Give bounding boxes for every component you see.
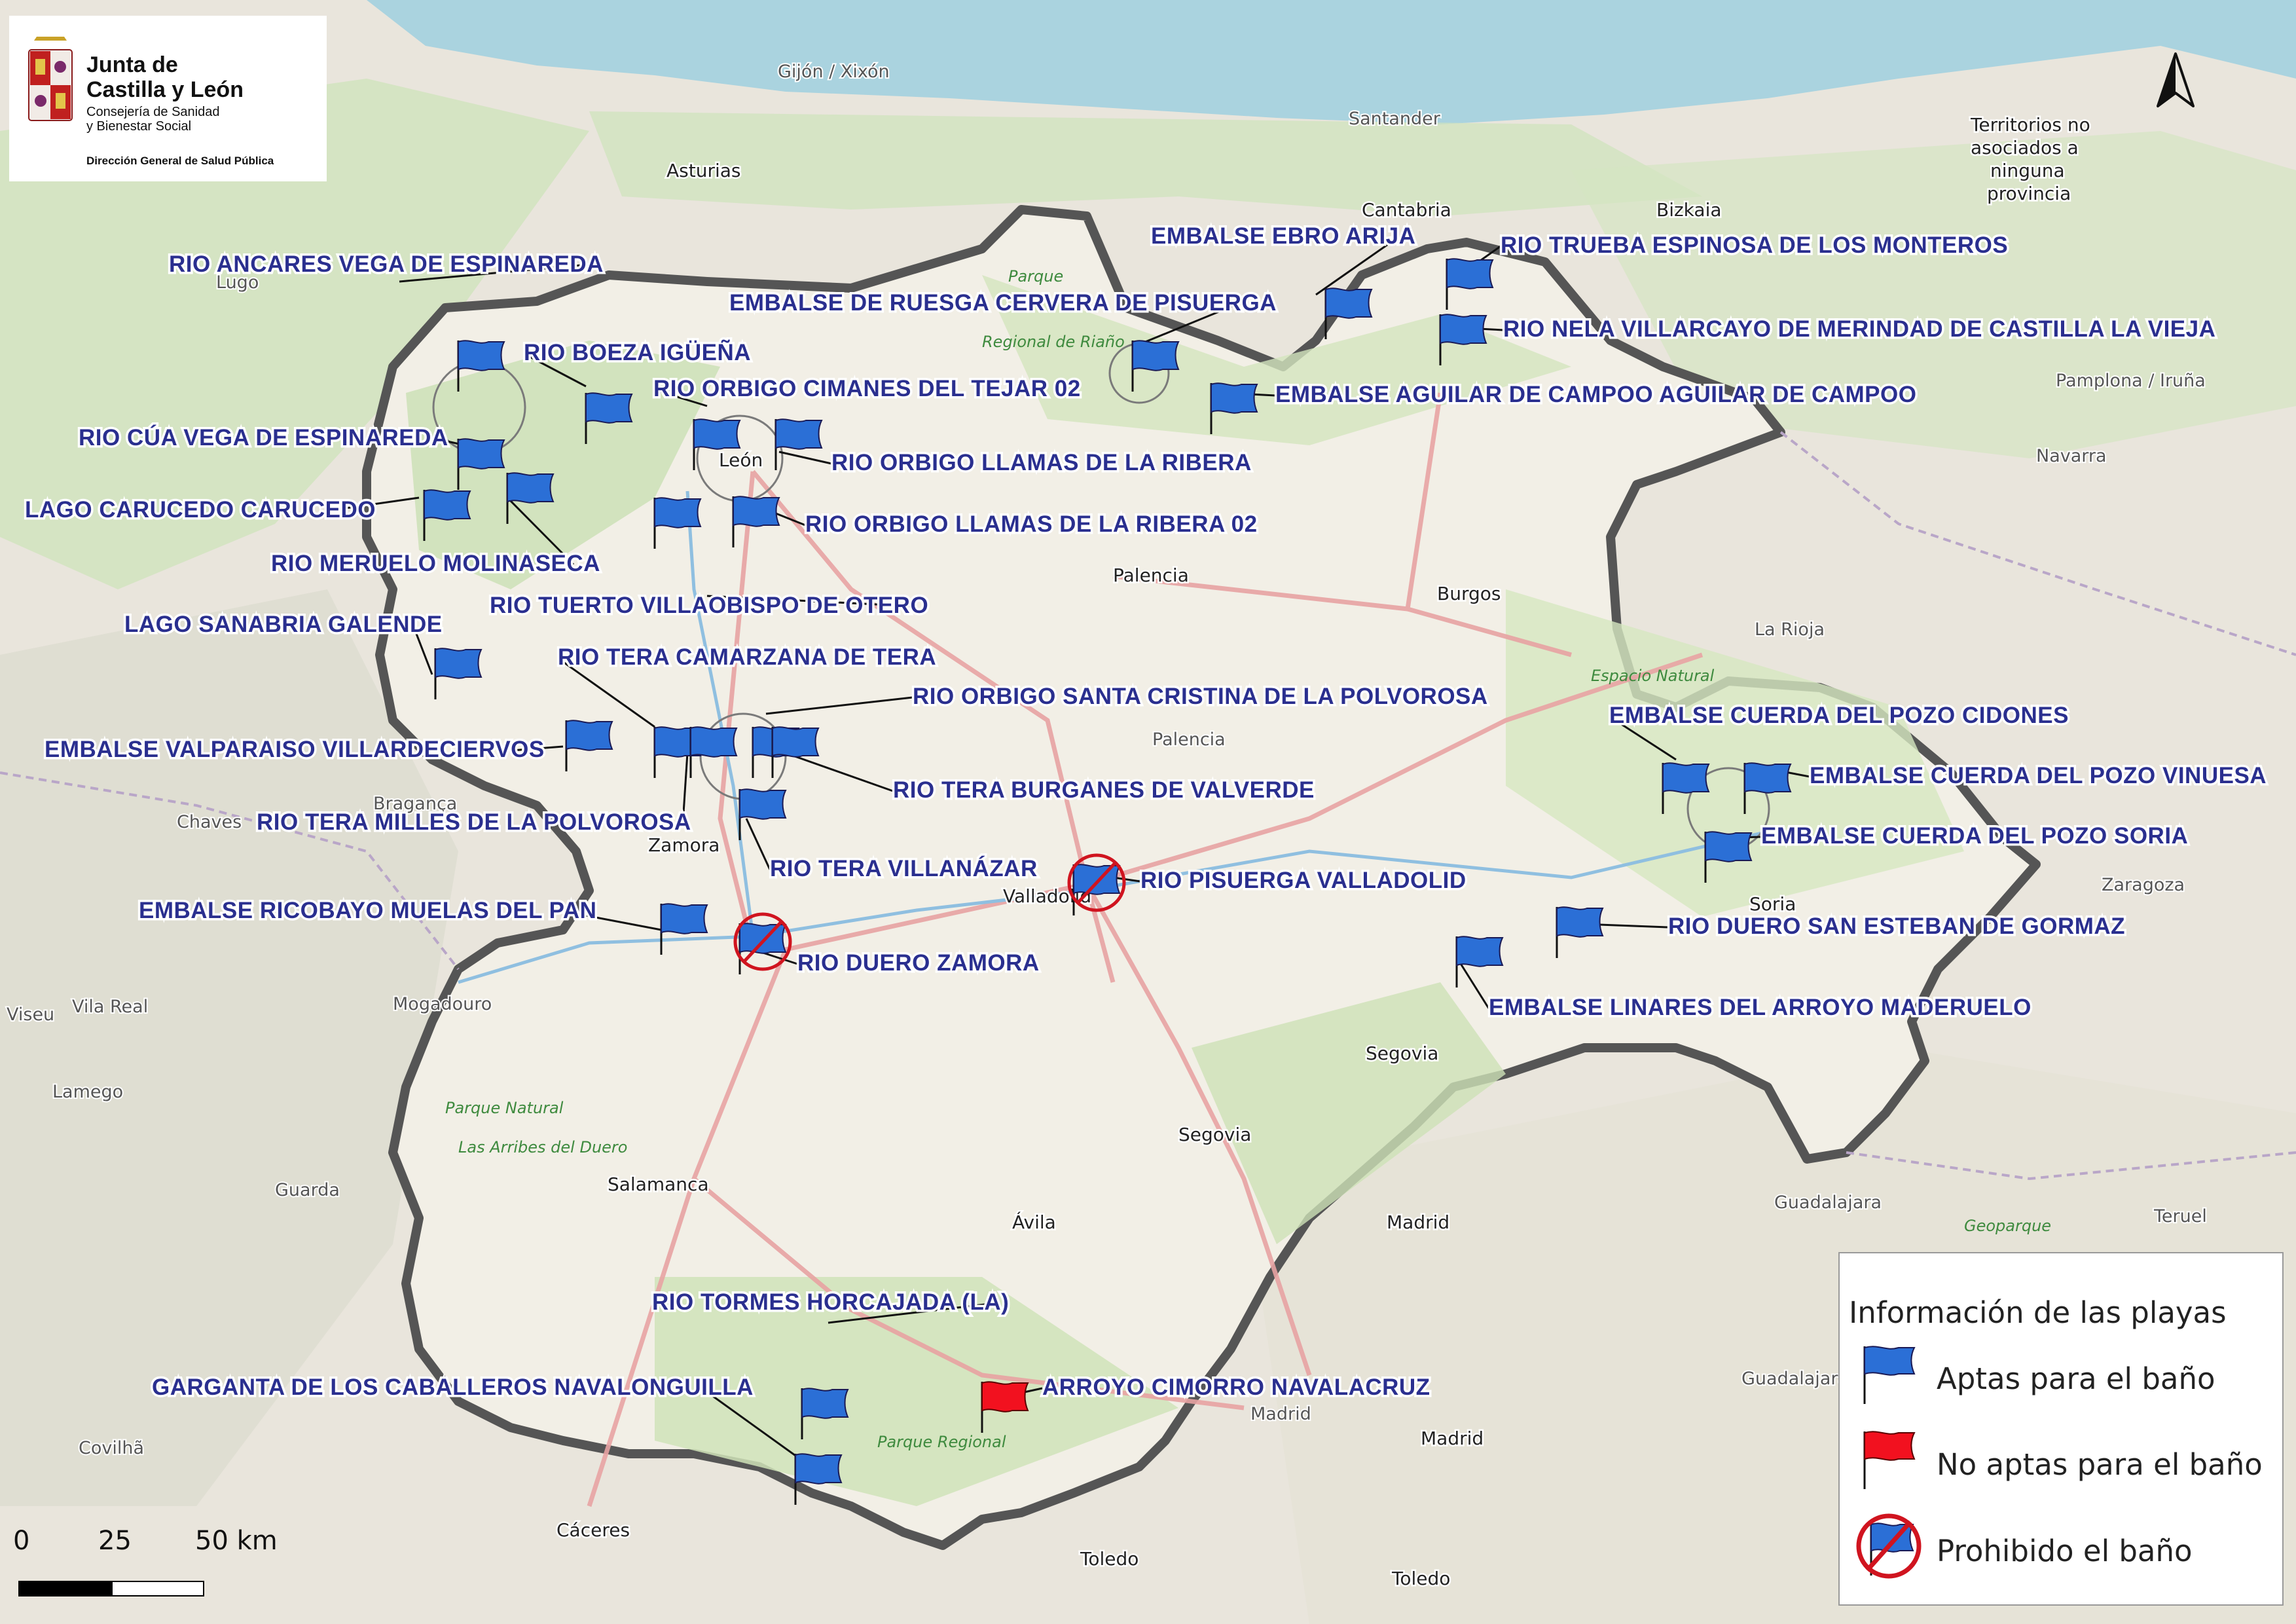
beach-label: RIO ORBIGO LLAMAS DE LA RIBERA 02 [805, 511, 1258, 537]
scale-segment [111, 1581, 204, 1596]
beach-label: RIO TERA MILLES DE LA POLVOROSA [257, 809, 691, 835]
place-label: Madrid [1387, 1211, 1449, 1233]
beach-label: GARGANTA DE LOS CABALLEROS NAVALONGUILLA [152, 1375, 754, 1400]
place-label: La Rioja [1755, 619, 1825, 640]
coat-of-arms-icon [28, 37, 73, 121]
place-label: Zamora [648, 834, 720, 856]
beach-label: RIO CÚA VEGA DE ESPINAREDA [79, 424, 448, 451]
beach-label: RIO DUERO SAN ESTEBAN DE GORMAZ [1668, 913, 2125, 939]
beach-label: EMBALSE CUERDA DEL POZO SORIA [1761, 823, 2188, 849]
park-label: Las Arribes del Duero [458, 1138, 627, 1156]
place-label: Burgos [1437, 583, 1501, 604]
beach-label: LAGO CARUCEDO CARUCEDO [25, 497, 376, 523]
beach-label: RIO PISUERGA VALLADOLID [1140, 868, 1467, 893]
place-label: Ávila [1012, 1211, 1056, 1233]
beach-label: EMBALSE LINARES DEL ARROYO MADERUELO [1489, 995, 2032, 1020]
park-label: Espacio Natural [1591, 667, 1715, 685]
beach-label: RIO TERA BURGANES DE VALVERDE [893, 777, 1315, 803]
place-label: Toledo [1080, 1548, 1139, 1570]
park-label: Parque Regional [877, 1433, 1006, 1451]
legend-title: Información de las playas [1849, 1295, 2227, 1330]
place-label: Guadalajara [1774, 1192, 1882, 1213]
place-label: Salamanca [608, 1173, 709, 1195]
beach-label: EMBALSE CUERDA DEL POZO CIDONES [1609, 703, 2069, 728]
place-label: Palencia [1113, 564, 1189, 586]
place-label: Covilhã [79, 1438, 144, 1458]
red-flag-icon [1863, 1431, 1916, 1489]
beach-label: RIO ORBIGO SANTA CRISTINA DE LA POLVOROS… [913, 684, 1488, 709]
place-label: Asturias [666, 160, 741, 181]
place-label: Bizkaia [1656, 199, 1722, 221]
beach-label: RIO MERUELO MOLINASECA [271, 551, 600, 576]
beach-label: RIO TUERTO VILLAOBISPO DE OTERO [490, 593, 928, 618]
place-label: Mogadouro [393, 994, 492, 1014]
place-label: Guadalajara [1741, 1369, 1849, 1389]
place-label: Segovia [1366, 1043, 1438, 1064]
place-label: Soria [1749, 893, 1796, 915]
place-label: ninguna [1990, 160, 2065, 181]
scale-bar: 0 25 50 km [13, 1526, 295, 1611]
place-label: Madrid [1421, 1428, 1484, 1449]
place-label: Cantabria [1362, 199, 1451, 221]
beach-label: RIO DUERO ZAMORA [797, 950, 1040, 976]
logo-title: Junta de Castilla y León [86, 52, 244, 102]
park-label: Parque [1008, 267, 1063, 286]
beach-label: RIO ORBIGO CIMANES DEL TEJAR 02 [653, 376, 1081, 401]
park-label: Regional de Riaño [982, 333, 1125, 351]
north-arrow-icon [2157, 52, 2195, 107]
legend-label-apta: Aptas para el baño [1937, 1361, 2215, 1396]
map-view[interactable]: Gijón / Xixón Asturias Santander Cantabr… [0, 0, 2296, 1624]
scale-label-50: 50 km [195, 1526, 278, 1556]
beach-label: LAGO SANABRIA GALENDE [124, 612, 443, 637]
scale-label-0: 0 [13, 1526, 30, 1556]
place-label: Gijón / Xixón [778, 62, 890, 82]
place-label: León [719, 449, 763, 471]
beach-label: RIO TORMES HORCAJADA (LA) [652, 1289, 1009, 1315]
beach-label: RIO TERA CAMARZANA DE TERA [558, 644, 936, 670]
place-label: Chaves [177, 812, 242, 832]
beach-label: RIO NELA VILLARCAYO DE MERINDAD DE CASTI… [1503, 316, 2215, 342]
place-label: Navarra [2036, 446, 2107, 466]
place-label: Pamplona / Iruña [2056, 371, 2206, 391]
blue-flag-icon [1863, 1346, 1916, 1404]
legend-label-prohibido: Prohibido el baño [1937, 1534, 2193, 1568]
park-label: Parque Natural [445, 1099, 564, 1117]
beach-label: ARROYO CIMORRO NAVALACRUZ [1042, 1375, 1430, 1400]
place-label: Zaragoza [2102, 875, 2185, 895]
legend: Información de las playas Aptas para el … [1838, 1252, 2284, 1606]
beach-label: RIO TRUEBA ESPINOSA DE LOS MONTEROS [1501, 232, 2008, 258]
beach-label: EMBALSE AGUILAR DE CAMPOO AGUILAR DE CAM… [1275, 382, 1916, 407]
scale-label-25: 25 [98, 1526, 132, 1556]
beach-label: RIO ORBIGO LLAMAS DE LA RIBERA [831, 450, 1252, 475]
prohibited-flag-icon [1856, 1513, 1922, 1579]
place-label: Lamego [52, 1082, 123, 1102]
beach-label: RIO TERA VILLANÁZAR [770, 855, 1038, 881]
place-label: Territorios no [1970, 114, 2090, 136]
place-label: Teruel [2153, 1206, 2207, 1227]
beach-label: EMBALSE DE RUESGA CERVERA DE PISUERGA [729, 290, 1277, 316]
beach-label: EMBALSE VALPARAISO VILLARDECIERVOS [45, 737, 545, 762]
legend-label-no-apta: No aptas para el baño [1937, 1447, 2263, 1482]
place-label: Madrid [1250, 1404, 1311, 1424]
beach-label: EMBALSE RICOBAYO MUELAS DEL PAN [139, 898, 596, 923]
place-label: Santander [1349, 109, 1441, 129]
park-label: Geoparque [1964, 1217, 2051, 1235]
beach-label: EMBALSE CUERDA DEL POZO VINUESA [1810, 763, 2267, 788]
place-label: provincia [1987, 183, 2071, 204]
beach-label: RIO ANCARES VEGA DE ESPINAREDA [169, 251, 604, 277]
place-label: Cáceres [556, 1519, 630, 1541]
beach-label: EMBALSE EBRO ARIJA [1151, 223, 1415, 249]
place-label: Toledo [1391, 1568, 1450, 1589]
place-label: Palencia [1152, 729, 1226, 750]
place-label: Guarda [275, 1180, 340, 1200]
junta-logo: Junta de Castilla y León Consejería de Sa… [9, 16, 327, 181]
place-label: Vila Real [72, 997, 148, 1017]
place-label: asociados a [1971, 137, 2079, 158]
logo-department: Dirección General de Salud Pública [86, 155, 274, 167]
scale-segment [18, 1581, 111, 1596]
place-label: Segovia [1178, 1124, 1251, 1145]
place-label: Viseu [7, 1005, 54, 1025]
logo-subtitle: Consejería de Sanidad y Bienestar Social [86, 105, 220, 134]
beach-label: RIO BOEZA IGÜEÑA [524, 340, 751, 365]
